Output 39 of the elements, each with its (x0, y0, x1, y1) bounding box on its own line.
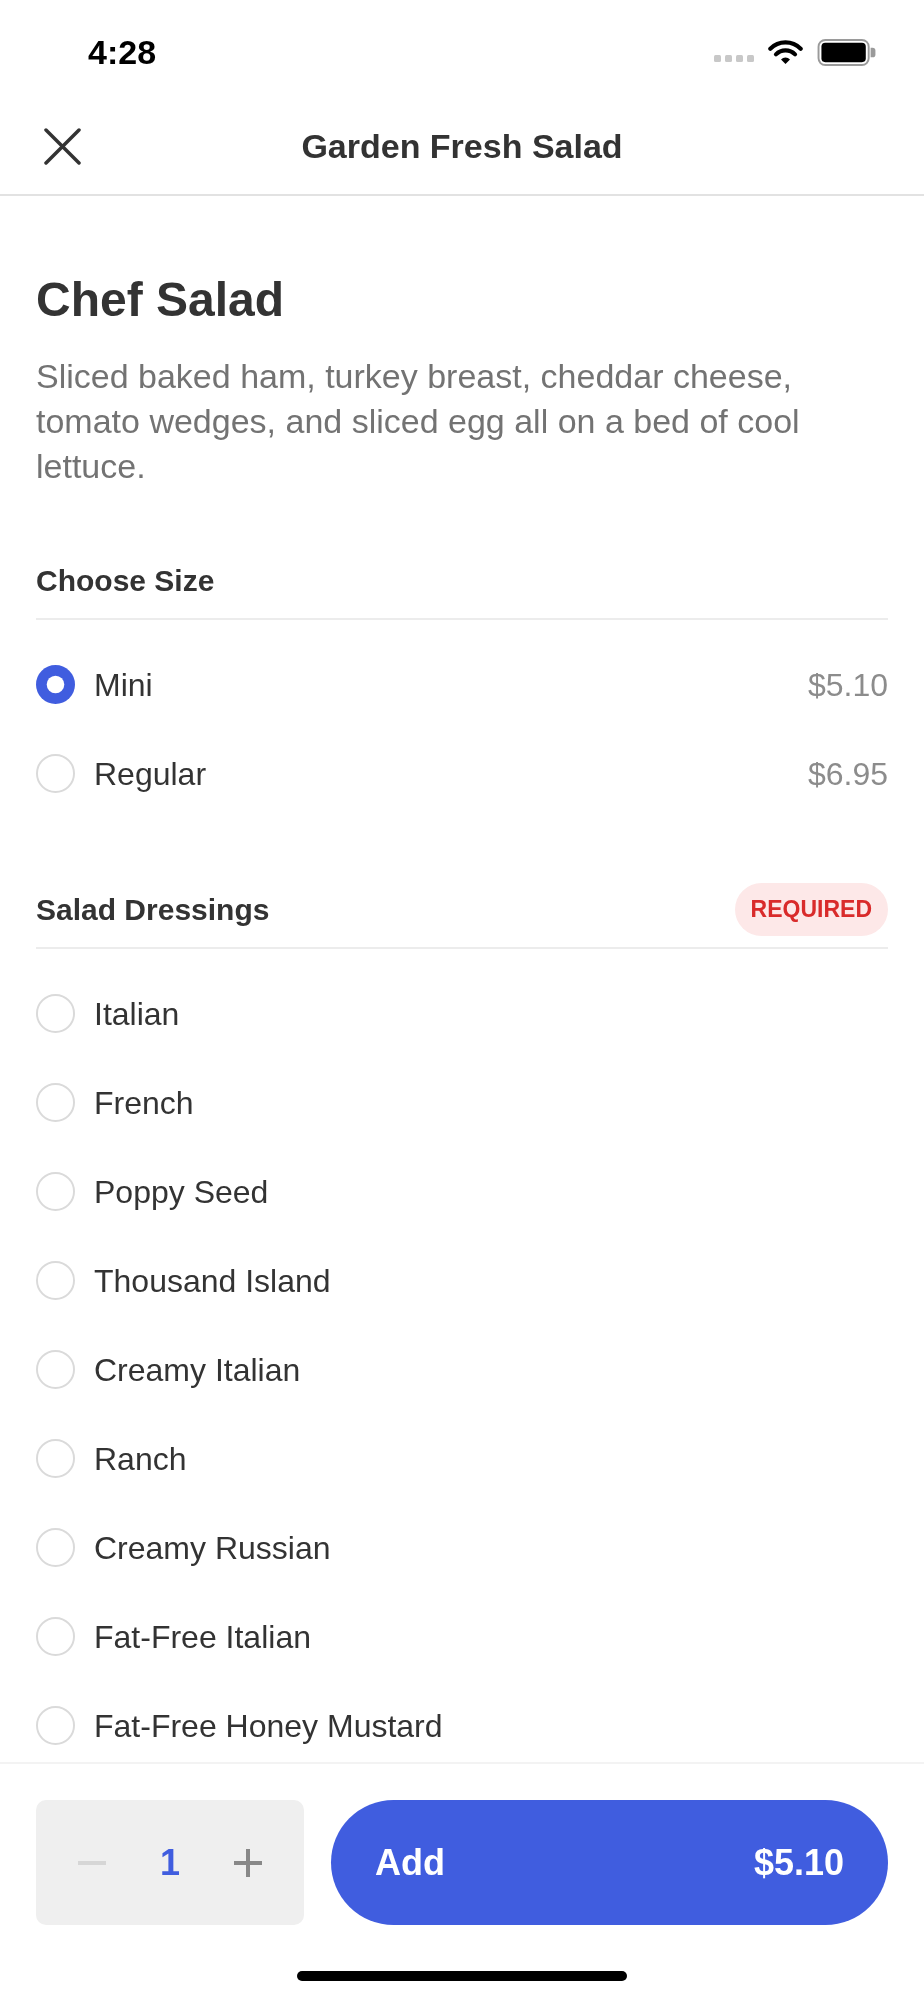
radio-button[interactable] (36, 994, 75, 1033)
option-label: Fat-Free Italian (94, 1617, 311, 1657)
status-time: 4:28 (88, 31, 157, 73)
option-label: Ranch (94, 1439, 187, 1479)
option-label: Regular (94, 754, 207, 794)
option-label: Thousand Island (94, 1261, 331, 1301)
option-price: $5.10 (807, 665, 888, 705)
header-title: Garden Fresh Salad (301, 125, 623, 167)
radio-button[interactable] (36, 665, 75, 704)
radio-button[interactable] (36, 1617, 75, 1656)
option-label: Poppy Seed (94, 1172, 269, 1212)
radio-button[interactable] (36, 1261, 75, 1300)
option-label: Mini (94, 665, 153, 705)
quantity-value: 1 (160, 1840, 180, 1885)
option-label: Creamy Russian (94, 1528, 331, 1568)
section-heading: Salad Dressings (36, 891, 270, 928)
option-label: Fat-Free Honey Mustard (94, 1706, 443, 1746)
radio-button[interactable] (36, 1439, 75, 1478)
radio-button[interactable] (36, 754, 75, 793)
radio-button[interactable] (36, 1706, 75, 1745)
radio-button[interactable] (36, 1350, 75, 1389)
radio-button[interactable] (36, 1083, 75, 1122)
required-badge: REQUIRED (734, 882, 888, 936)
signal-dots-icon (714, 54, 754, 62)
add-to-order-button[interactable]: Add $5.10 (331, 1800, 888, 1925)
radio-button[interactable] (36, 1172, 75, 1211)
option-label: Italian (94, 994, 180, 1034)
wifi-icon (768, 40, 803, 64)
plus-icon (234, 1848, 262, 1877)
battery-icon (817, 38, 876, 66)
option-label: French (94, 1083, 194, 1123)
close-button[interactable] (44, 127, 81, 165)
option-label: Creamy Italian (94, 1350, 301, 1390)
radio-button[interactable] (36, 1528, 75, 1567)
section-heading: Choose Size (36, 562, 215, 599)
close-icon (44, 127, 81, 165)
option-price: $6.95 (807, 754, 888, 794)
item-description: Sliced baked ham, turkey breast, cheddar cheese, tomato wedges, and sliced egg all on a bed of cool lettuce. (36, 356, 801, 487)
item-title: Chef Salad (36, 272, 286, 328)
